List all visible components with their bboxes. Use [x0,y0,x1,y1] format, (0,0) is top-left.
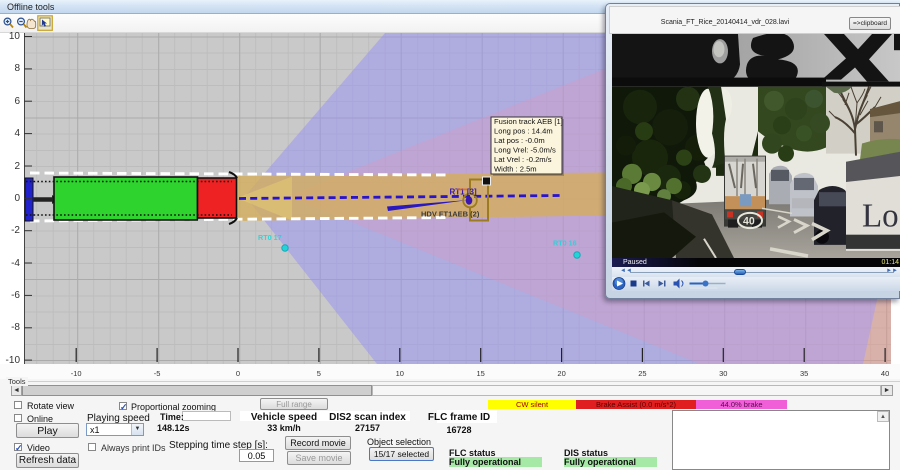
svg-text:Lo: Lo [862,197,899,234]
svg-text:RT0 17: RT0 17 [258,233,282,242]
svg-text:Width : 2.5m: Width : 2.5m [494,165,537,174]
svg-text:RT0 16: RT0 16 [553,239,577,248]
svg-text:Lat Vrel : -0.2m/s: Lat Vrel : -0.2m/s [494,155,552,164]
svg-text:Long Vrel: -5.0m/s: Long Vrel: -5.0m/s [494,146,556,155]
svg-text:40: 40 [743,215,755,227]
svg-text:Long pos : 14.4m: Long pos : 14.4m [494,127,553,136]
svg-text:Fusion track AEB [1]: Fusion track AEB [1] [494,117,563,126]
svg-text:HDV FT1AEB (2): HDV FT1AEB (2) [421,210,480,219]
svg-text:Lat pos : -0.0m: Lat pos : -0.0m [494,136,545,145]
